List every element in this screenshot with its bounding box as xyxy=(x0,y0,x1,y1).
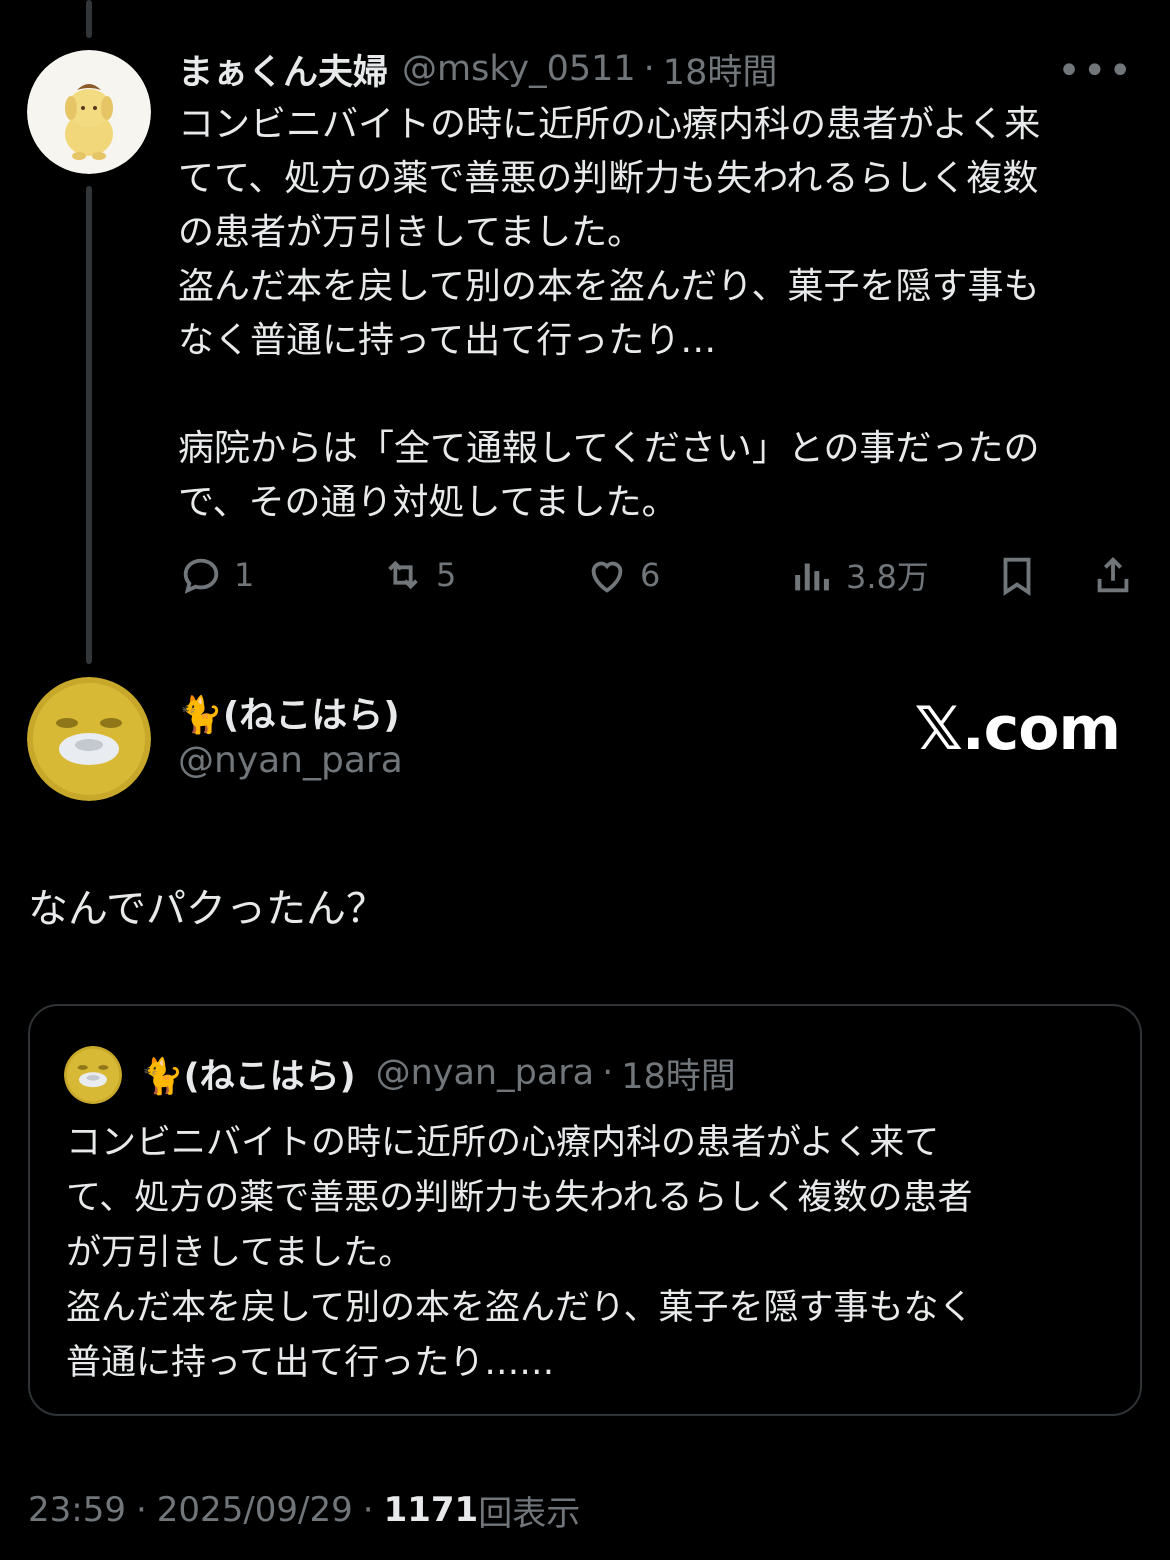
parent-handle[interactable]: @msky_0511 xyxy=(402,49,636,89)
share-icon xyxy=(1097,556,1129,593)
reply-icon xyxy=(183,558,219,594)
more-options-icon[interactable]: ••• xyxy=(1057,48,1134,94)
yellow-mask-avatar-icon xyxy=(27,677,151,801)
parent-tweet-actions: 1 5 6 3.8万 xyxy=(178,548,1138,602)
footer-separator: · xyxy=(135,1490,147,1530)
like-count: 6 xyxy=(640,556,661,594)
quoted-tweet-header: 🐈(ねこはら) @nyan_para · 18時間 xyxy=(64,1048,736,1098)
reply-count: 1 xyxy=(234,556,255,594)
footer-separator-2: · xyxy=(362,1490,374,1530)
reply-button[interactable]: 1 xyxy=(178,548,254,602)
reply-display-name[interactable]: 🐈(ねこはら) xyxy=(178,686,400,738)
thread-connector xyxy=(86,186,92,664)
parent-separator: · xyxy=(643,49,655,89)
parent-timestamp[interactable]: 18時間 xyxy=(663,44,778,95)
share-button[interactable] xyxy=(1090,548,1136,602)
footer-views-count: 1171 xyxy=(383,1490,479,1530)
bookmark-icon xyxy=(1003,557,1031,596)
analytics-icon xyxy=(795,563,829,591)
views-count: 3.8万 xyxy=(846,558,929,596)
quoted-tweet-text: コンビニバイトの時に近所の心療内科の患者がよく来て て、処方の薬で善悪の判断力も… xyxy=(66,1123,974,1383)
bookmark-button[interactable] xyxy=(994,548,1040,602)
footer-time: 23:59 xyxy=(28,1490,126,1530)
quoted-separator: · xyxy=(602,1053,614,1093)
reply-tweet-text: なんでパクったん？ xyxy=(28,886,386,932)
parent-avatar[interactable] xyxy=(27,50,151,174)
reply-handle[interactable]: @nyan_para xyxy=(178,740,403,781)
quoted-handle: @nyan_para xyxy=(375,1053,595,1093)
quoted-timestamp: 18時間 xyxy=(621,1056,736,1097)
x-logo-watermark: 𝕏.com xyxy=(914,694,1121,764)
heart-icon xyxy=(591,561,623,593)
tweet-footer: 23:59 · 2025/09/29 · 1171 回表示 xyxy=(28,1486,580,1534)
views-button[interactable]: 3.8万 xyxy=(790,548,929,602)
quoted-display-name: 🐈(ねこはら) xyxy=(140,1056,356,1097)
retweet-count: 5 xyxy=(436,556,457,594)
thread-connector-top xyxy=(86,0,92,38)
retweet-icon xyxy=(388,560,418,590)
pompompurin-avatar-icon xyxy=(27,50,151,174)
retweet-button[interactable]: 5 xyxy=(380,548,456,602)
quoted-tweet-card[interactable]: 🐈(ねこはら) @nyan_para · 18時間 コンビニバイトの時に近所の心… xyxy=(28,1004,1142,1416)
parent-tweet-text: コンビニバイトの時に近所の心療内科の患者がよく来 てて、処方の薬で善悪の判断力も… xyxy=(178,104,1041,523)
parent-display-name[interactable]: まぁくん夫婦 xyxy=(178,44,388,95)
like-button[interactable]: 6 xyxy=(584,548,660,602)
reply-avatar[interactable] xyxy=(27,677,151,801)
parent-tweet-header: まぁくん夫婦 @msky_0511 · 18時間 ••• xyxy=(178,44,1140,94)
footer-date: 2025/09/29 xyxy=(156,1490,353,1530)
footer-views-label: 回表示 xyxy=(478,1493,581,1534)
